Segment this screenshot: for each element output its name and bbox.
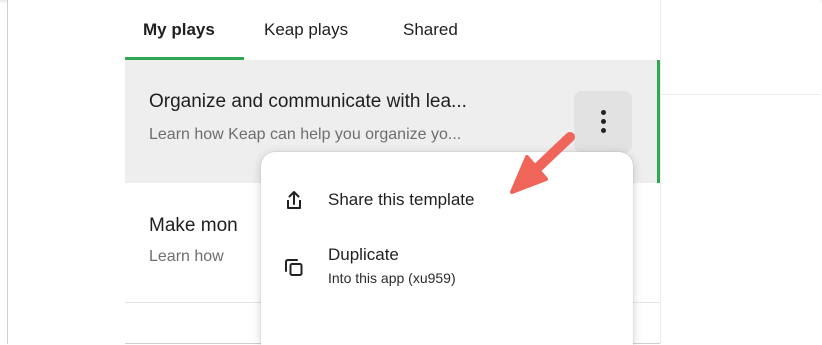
tab-shared[interactable]: Shared	[403, 20, 458, 40]
play-title: Make mon	[149, 215, 238, 236]
play-description: Learn how Keap can help you organize yo.…	[149, 126, 462, 143]
play-title: Organize and communicate with lea...	[149, 91, 467, 112]
share-template-label: Share this template	[328, 190, 475, 209]
right-panel-divider	[661, 94, 821, 95]
share-icon	[283, 189, 305, 211]
plays-tabs: My plays Keap plays Shared	[125, 0, 660, 60]
right-panel	[660, 0, 821, 344]
duplicate-menu-item[interactable]: Duplicate Into this app (xu959)	[261, 242, 633, 294]
copy-icon	[283, 256, 305, 278]
tab-keap-plays[interactable]: Keap plays	[264, 20, 348, 40]
duplicate-label: Duplicate	[328, 245, 399, 264]
play-description: Learn how	[149, 248, 224, 265]
left-gutter	[8, 0, 125, 344]
annotation-arrow	[510, 132, 575, 194]
duplicate-sublabel: Into this app (xu959)	[328, 270, 456, 286]
tab-my-plays[interactable]: My plays	[143, 20, 215, 40]
